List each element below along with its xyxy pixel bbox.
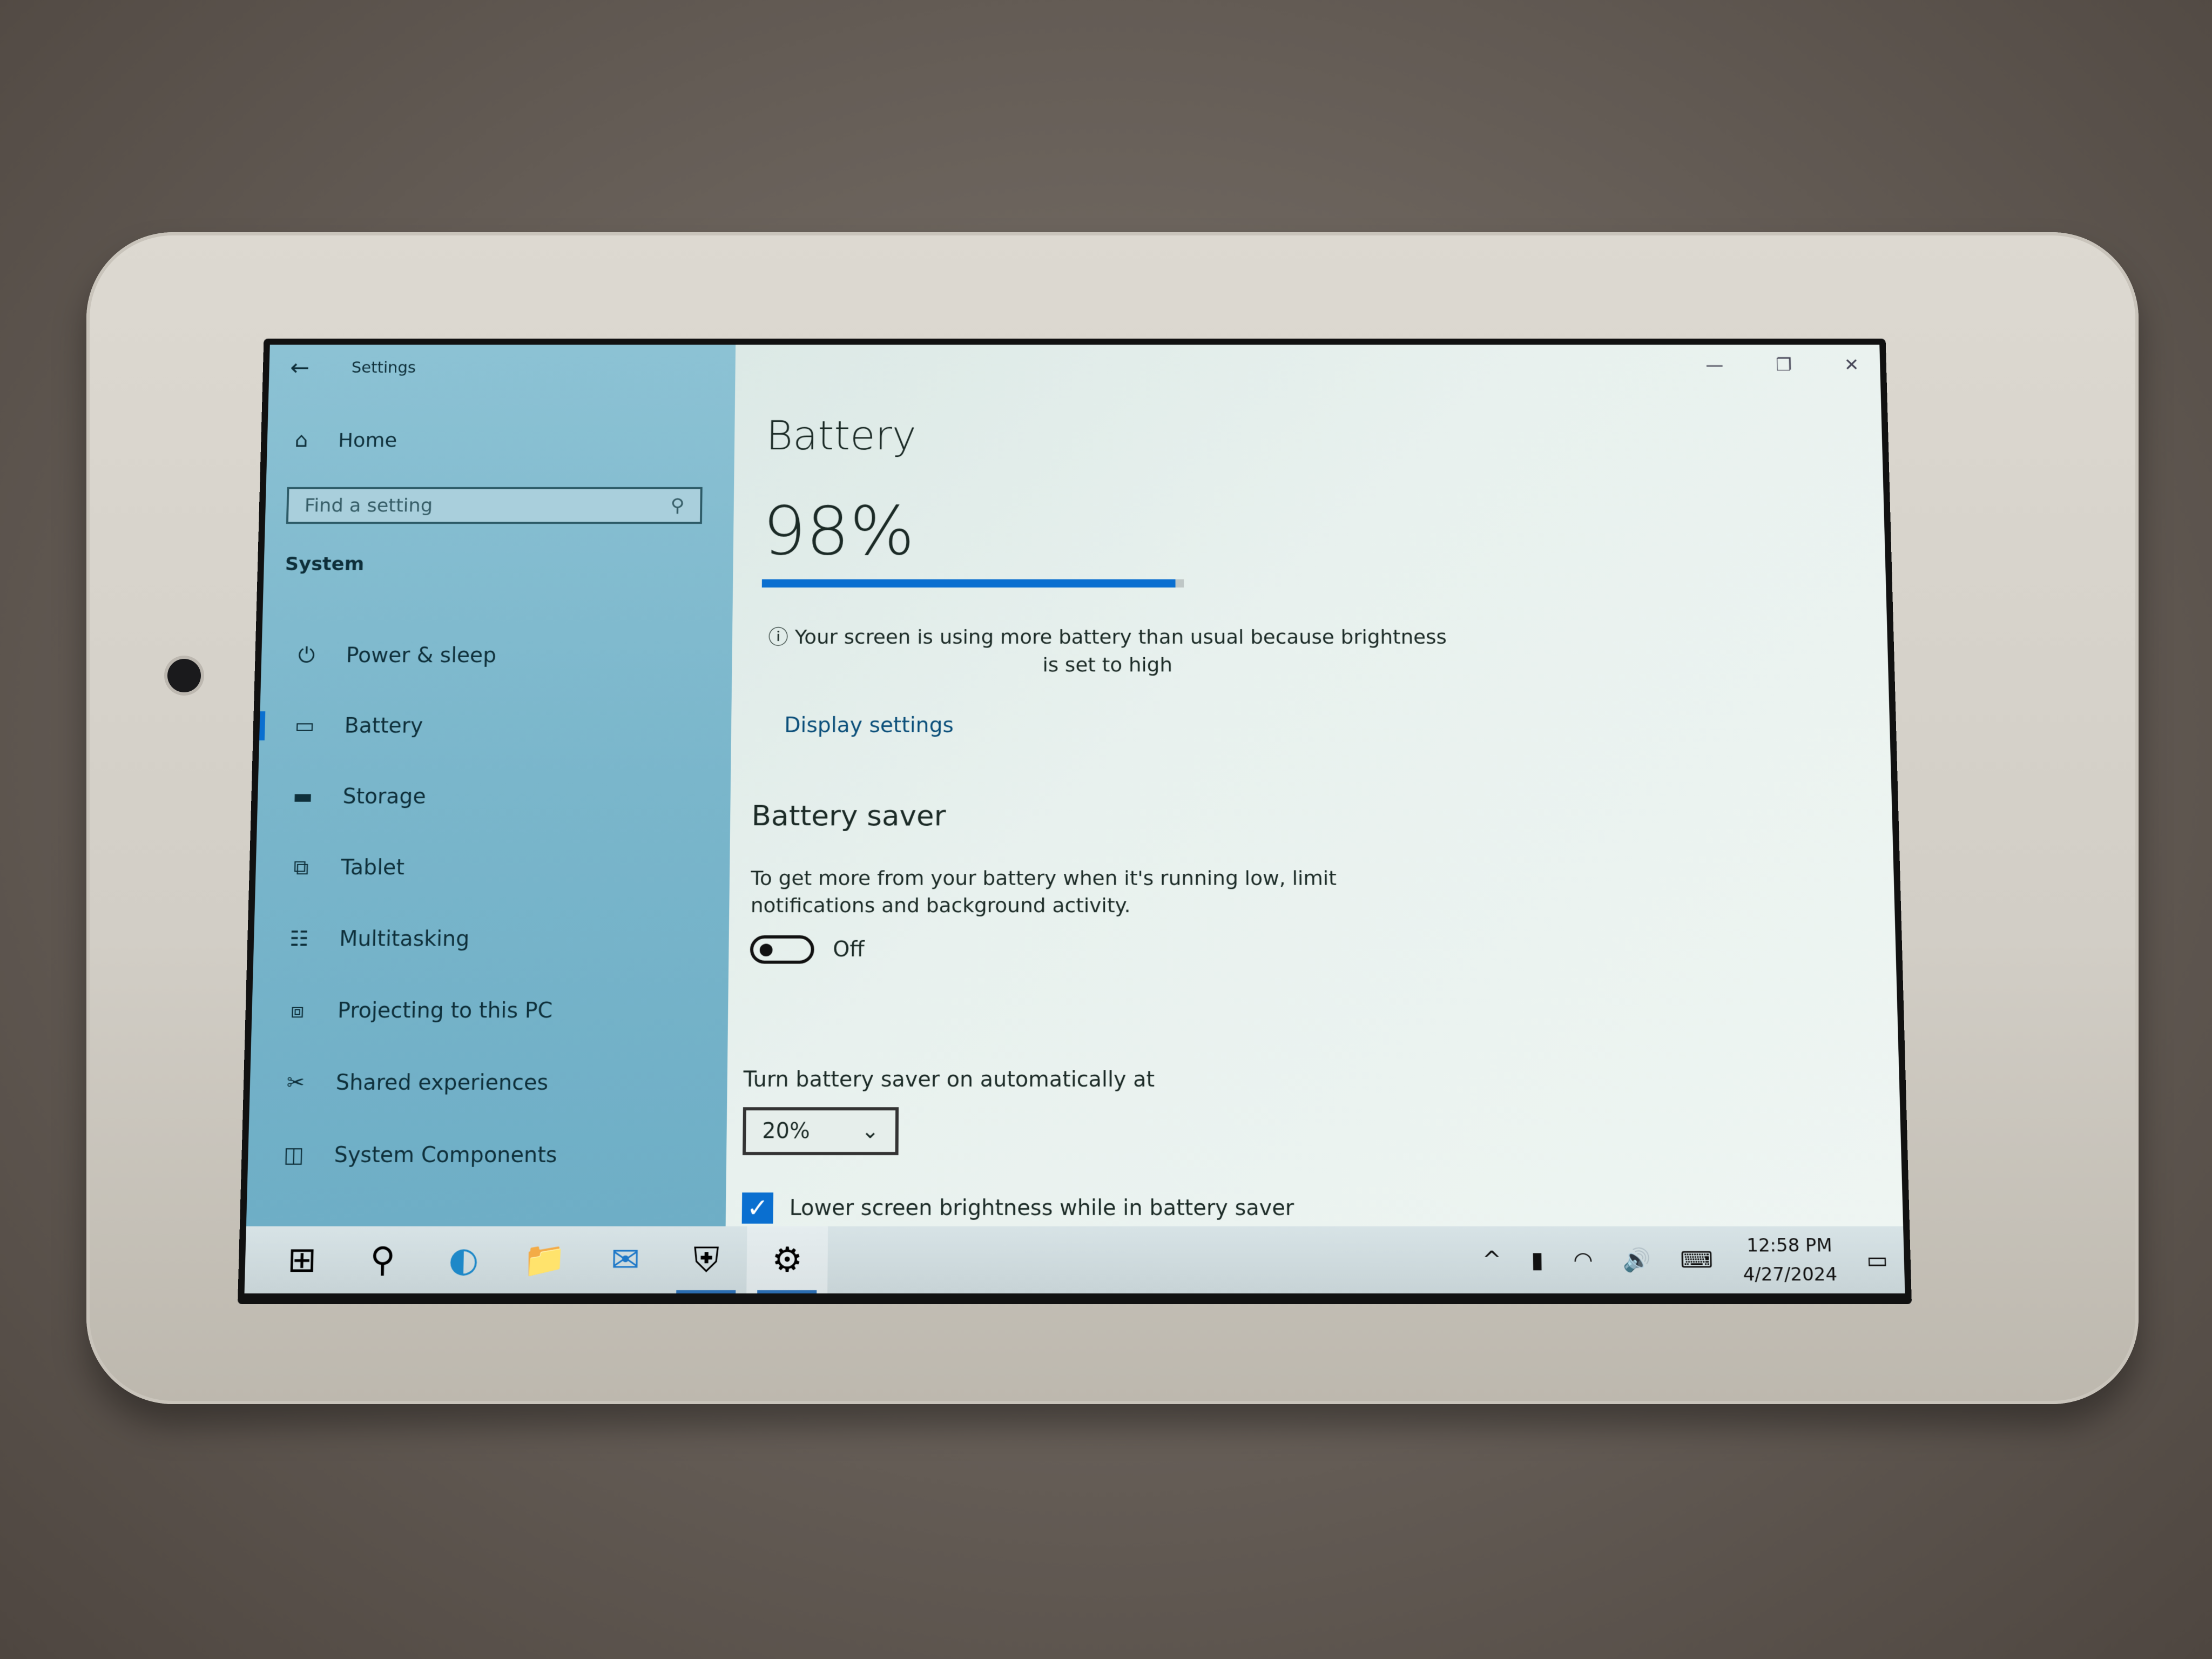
system-tray: ^ ▮ ◠ 🔊 ⌨ 12:58 PM 4/27/2024 ▭	[1482, 1231, 1889, 1289]
sidebar-item-tablet[interactable]: ⧉ Tablet	[255, 832, 730, 903]
taskbar-edge[interactable]: ◐	[422, 1226, 504, 1293]
taskbar-apps: ⊞ ⚲ ◐ 📁 ✉ ⛨ ⚙	[261, 1226, 828, 1294]
section-label: System	[285, 554, 365, 575]
storage-icon: ▬	[292, 784, 314, 809]
sidebar-item-label: Battery	[344, 714, 423, 738]
minimize-icon[interactable]: —	[1705, 355, 1724, 375]
sidebar-home[interactable]: ⌂ Home	[288, 428, 397, 451]
dropdown-value: 20%	[762, 1118, 810, 1144]
start-button[interactable]: ⊞	[261, 1226, 343, 1293]
battery-saver-heading: Battery saver	[751, 799, 946, 832]
auto-on-threshold-dropdown[interactable]: 20% ⌄	[742, 1107, 899, 1156]
windows-logo-icon: ⊞	[287, 1240, 317, 1280]
multitasking-icon: ☷	[289, 927, 309, 952]
mail-icon: ✉	[610, 1240, 640, 1280]
sidebar-nav: ⏻ Power & sleep ▭ Battery ▬ Storage ⧉ Ta…	[247, 621, 733, 1191]
brightness-warning-text: Your screen is using more battery than u…	[794, 625, 1447, 677]
front-camera	[167, 659, 201, 692]
titlebar: ← Settings	[290, 355, 416, 381]
search-input[interactable]: Find a setting ⚲	[286, 487, 703, 524]
toggle-state-label: Off	[833, 937, 865, 962]
taskbar-windows-security[interactable]: ⛨	[665, 1226, 747, 1293]
settings-window: ← Settings ⌂ Home Find a setting ⚲ Syste…	[246, 345, 1904, 1229]
shared-experiences-icon: ✂	[286, 1070, 305, 1095]
projecting-icon: ⧈	[290, 999, 305, 1023]
info-icon: ⓘ	[768, 625, 788, 649]
chevron-down-icon: ⌄	[861, 1118, 880, 1144]
chevron-up-icon[interactable]: ^	[1482, 1246, 1502, 1273]
battery-saver-toggle-row: Off	[750, 935, 865, 964]
sidebar-item-label: Storage	[342, 784, 427, 809]
brightness-warning: ⓘ Your screen is using more battery than…	[764, 623, 1452, 679]
battery-percentage: 98%	[762, 492, 915, 570]
search-placeholder: Find a setting	[304, 495, 433, 516]
taskbar-search-button[interactable]: ⚲	[341, 1226, 424, 1293]
sidebar-item-storage[interactable]: ▬ Storage	[257, 761, 731, 832]
sidebar-item-label: Projecting to this PC	[337, 999, 553, 1023]
gear-icon: ⚙	[771, 1240, 803, 1280]
clock-time: 12:58 PM	[1746, 1235, 1833, 1256]
lower-brightness-checkbox[interactable]: ✓	[741, 1192, 774, 1224]
lower-brightness-label: Lower screen brightness while in battery…	[789, 1196, 1294, 1220]
close-icon[interactable]: ✕	[1844, 355, 1859, 375]
screen: ← Settings ⌂ Home Find a setting ⚲ Syste…	[238, 339, 1912, 1305]
folder-icon: 📁	[522, 1240, 567, 1280]
edge-icon: ◐	[448, 1240, 480, 1280]
toggle-knob	[759, 943, 773, 956]
sidebar-item-system-components[interactable]: ◫ System Components	[247, 1119, 727, 1191]
sidebar-item-label: Multitasking	[339, 927, 470, 952]
volume-icon[interactable]: 🔊	[1622, 1246, 1651, 1273]
battery-icon: ▭	[294, 714, 315, 738]
home-label: Home	[338, 429, 397, 451]
window-title: Settings	[351, 359, 416, 377]
sidebar-item-label: Shared experiences	[335, 1070, 549, 1095]
sidebar-item-multitasking[interactable]: ☷ Multitasking	[253, 903, 729, 975]
taskbar-file-explorer[interactable]: 📁	[503, 1226, 585, 1293]
keyboard-icon[interactable]: ⌨	[1680, 1246, 1714, 1273]
battery-saver-toggle[interactable]	[750, 935, 814, 964]
battery-level-fill	[761, 579, 1176, 588]
home-icon: ⌂	[294, 428, 309, 452]
clock-date: 4/27/2024	[1743, 1263, 1838, 1285]
shield-icon: ⛨	[693, 1240, 720, 1280]
search-icon[interactable]: ⚲	[670, 495, 684, 516]
lower-brightness-row: ✓ Lower screen brightness while in batte…	[741, 1192, 1294, 1224]
taskbar-mail[interactable]: ✉	[584, 1226, 666, 1293]
restore-icon[interactable]: ❐	[1776, 355, 1792, 375]
sidebar-item-label: System Components	[334, 1143, 557, 1168]
search-icon: ⚲	[369, 1240, 396, 1280]
display-settings-link[interactable]: Display settings	[784, 713, 954, 737]
sidebar-item-shared-experiences[interactable]: ✂ Shared experiences	[249, 1047, 727, 1119]
battery-level-bar	[761, 579, 1184, 588]
sidebar: ← Settings ⌂ Home Find a setting ⚲ Syste…	[246, 345, 736, 1229]
sidebar-item-label: Tablet	[340, 855, 405, 880]
auto-on-label: Turn battery saver on automatically at	[743, 1067, 1155, 1092]
window-controls: — ❐ ✕	[1705, 355, 1859, 375]
battery-icon[interactable]: ▮	[1531, 1246, 1544, 1273]
notification-icon[interactable]: ▭	[1866, 1246, 1889, 1273]
tablet-icon: ⧉	[293, 855, 309, 880]
page-title: Battery	[766, 413, 916, 459]
sidebar-item-projecting[interactable]: ⧈ Projecting to this PC	[251, 975, 729, 1047]
back-arrow-icon[interactable]: ←	[290, 355, 310, 381]
main-content: — ❐ ✕ Battery 98% ⓘ Your screen is using…	[725, 345, 1904, 1229]
sidebar-item-power-sleep[interactable]: ⏻ Power & sleep	[261, 621, 733, 691]
power-icon: ⏻	[298, 643, 315, 667]
taskbar-settings[interactable]: ⚙	[746, 1226, 828, 1294]
battery-saver-description: To get more from your battery when it's …	[750, 866, 1337, 917]
check-icon: ✓	[746, 1193, 769, 1223]
wifi-icon[interactable]: ◠	[1573, 1246, 1593, 1273]
sidebar-item-battery[interactable]: ▭ Battery	[259, 691, 732, 761]
system-components-icon: ◫	[283, 1143, 305, 1168]
clock[interactable]: 12:58 PM 4/27/2024	[1742, 1231, 1838, 1289]
taskbar: ⊞ ⚲ ◐ 📁 ✉ ⛨ ⚙ ^ ▮ ◠ 🔊 ⌨ 12:58 PM 4/27/20…	[244, 1226, 1905, 1294]
sidebar-item-label: Power & sleep	[346, 643, 497, 667]
